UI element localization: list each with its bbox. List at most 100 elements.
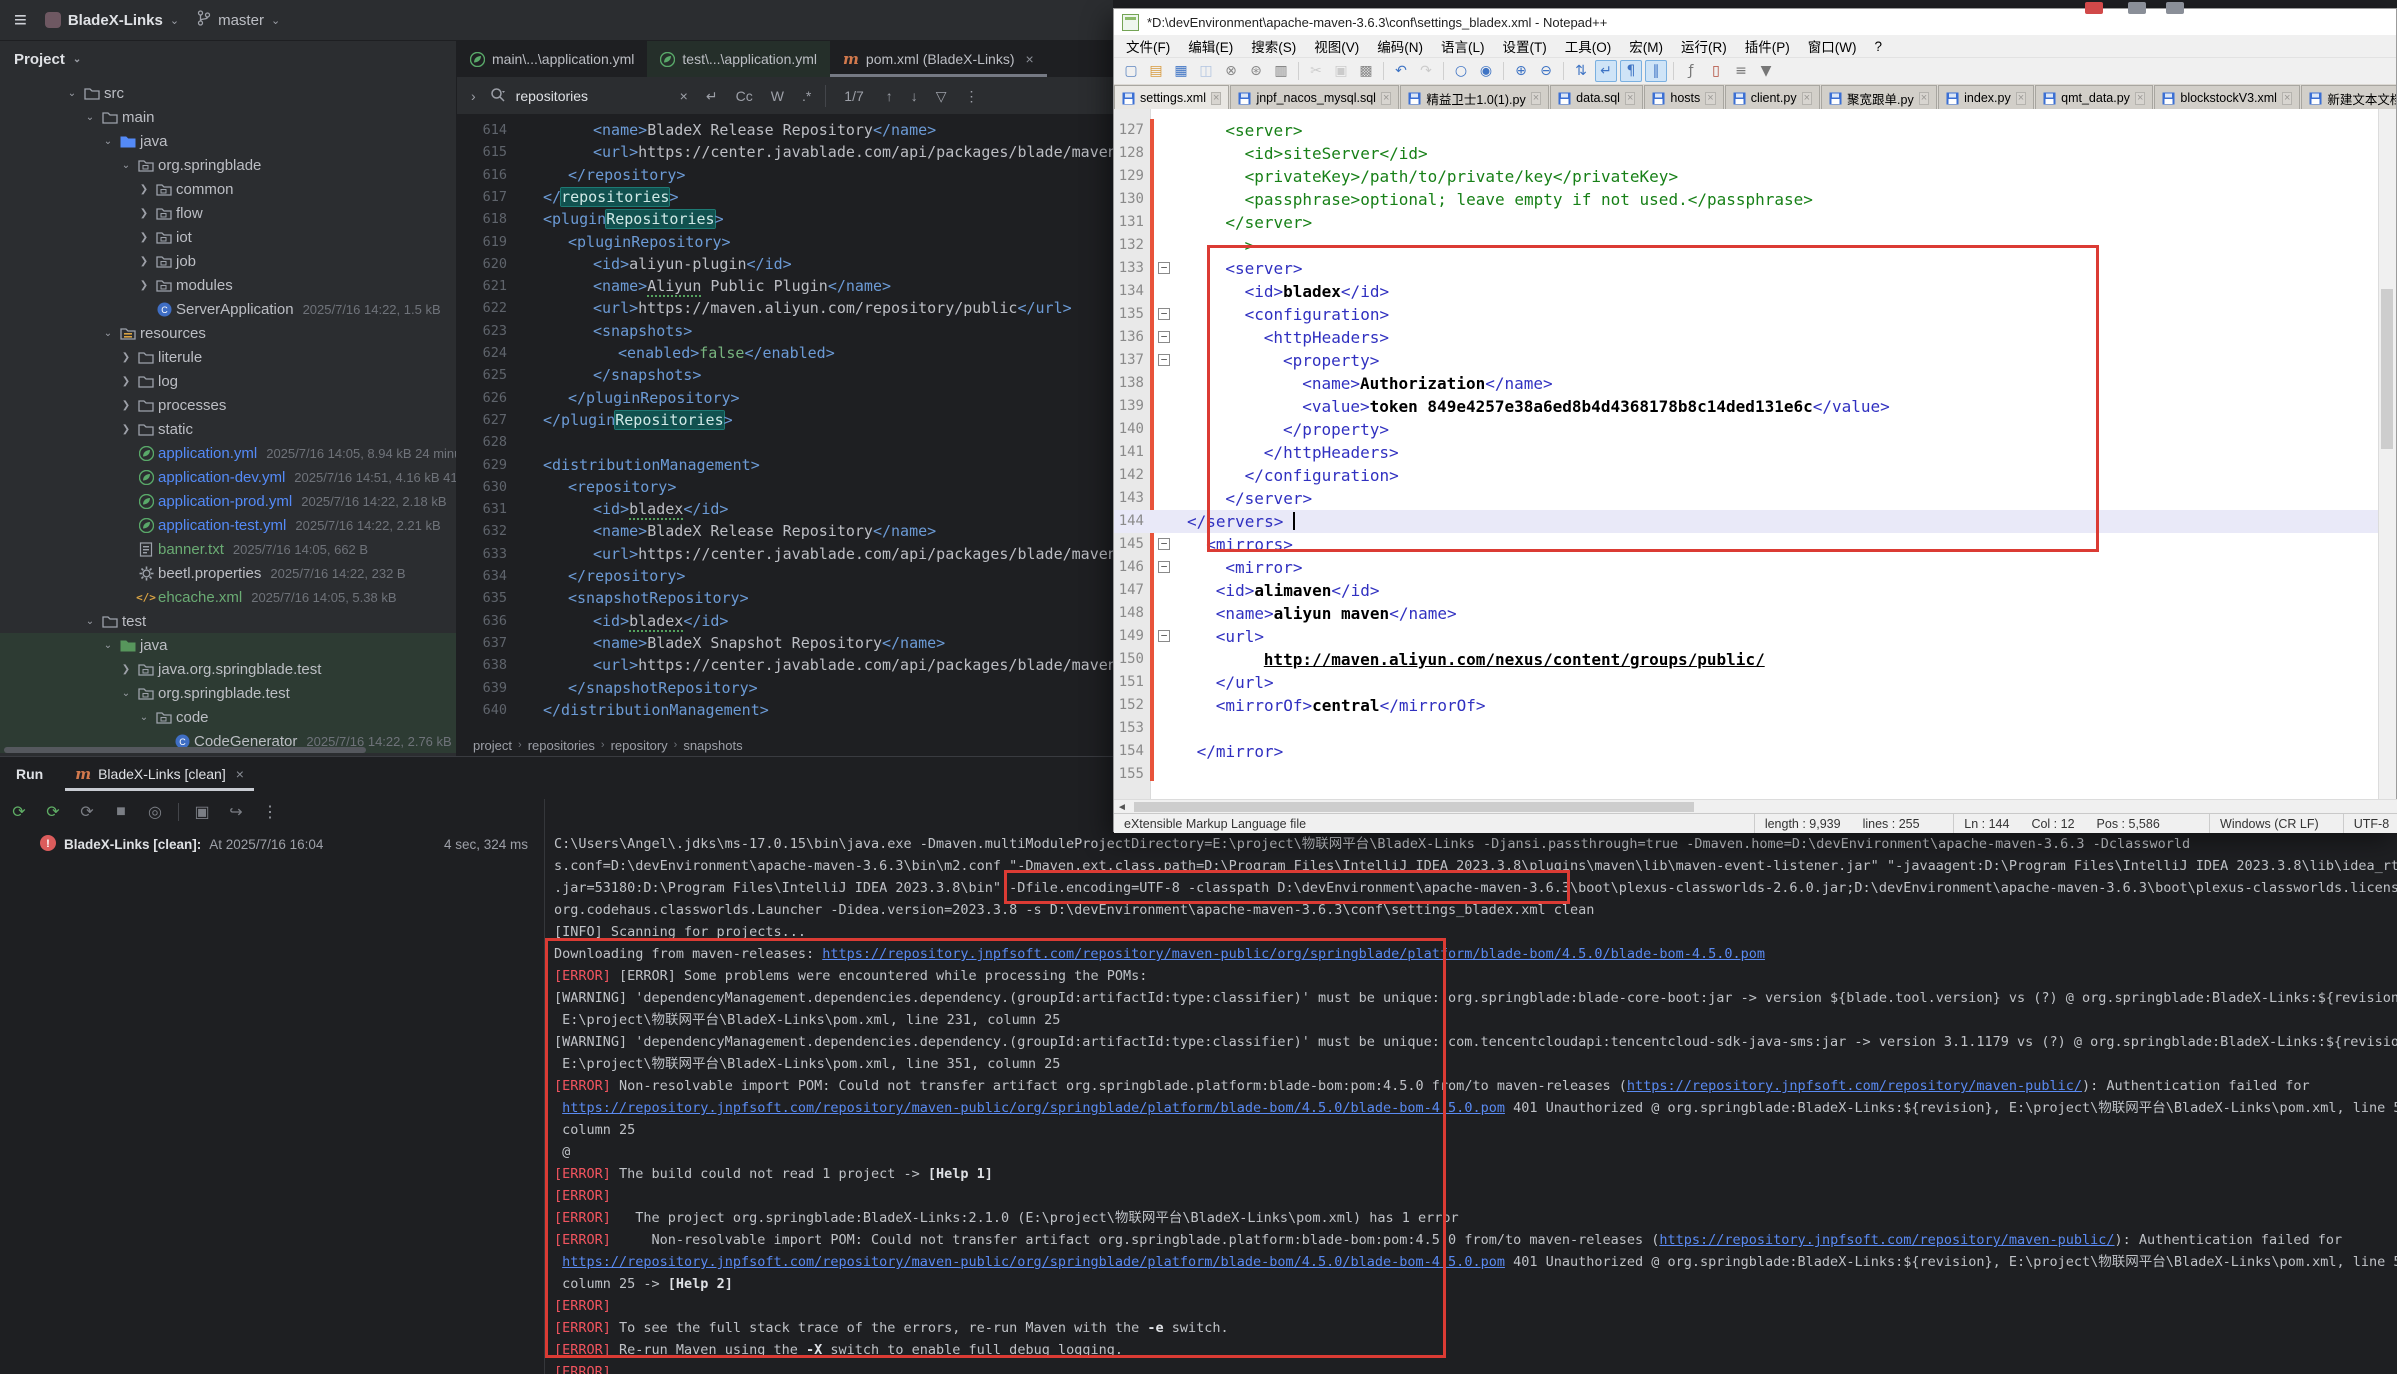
menu-S[interactable]: 搜索(S) <box>1243 34 1304 58</box>
tree-horizontal-scrollbar[interactable] <box>4 747 366 753</box>
code-line-620[interactable]: 620 <id>aliyun-plugin</id> <box>457 253 1113 275</box>
function-list-icon[interactable]: ƒ <box>1680 60 1702 82</box>
open-folder-icon[interactable]: ▤ <box>1145 60 1167 82</box>
stop-icon[interactable]: ■ <box>110 803 132 821</box>
menu-F[interactable]: 文件(F) <box>1118 34 1178 58</box>
tree-item-application-dev.yml[interactable]: application-dev.yml 2025/7/16 14:51, 4.16… <box>0 465 456 489</box>
code-line-630[interactable]: 630 <repository> <box>457 476 1113 498</box>
replace-icon[interactable]: ◉ <box>1475 60 1497 82</box>
code-line-618[interactable]: 618 <pluginRepositories> <box>457 208 1113 230</box>
sync-scroll-icon[interactable]: ⇅ <box>1570 60 1592 82</box>
find-icon[interactable]: ○ <box>1450 60 1472 82</box>
tree-item-org.springblade[interactable]: ⌄ org.springblade <box>0 153 456 177</box>
fold-marker-icon[interactable]: − <box>1158 630 1170 642</box>
save-all-icon[interactable]: ◫ <box>1195 60 1217 82</box>
breadcrumb-item-repositories[interactable]: repositories <box>528 738 595 753</box>
tree-item-main[interactable]: ⌄ main <box>0 105 456 129</box>
tree-item-resources[interactable]: ⌄ resources <box>0 321 456 345</box>
console-link[interactable]: https://repository.jnpfsoft.com/reposito… <box>562 1100 1505 1116</box>
fold-marker-icon[interactable]: − <box>1158 561 1170 573</box>
console-link[interactable]: https://repository.jnpfsoft.com/reposito… <box>562 1254 1505 1270</box>
chevron-down-icon[interactable]: ⌄ <box>116 160 136 171</box>
npp-code-line-137[interactable]: 137− <property> <box>1114 349 2380 372</box>
npp-code-line-144[interactable]: 144 </servers> <box>1114 510 2380 533</box>
screenshot-icon[interactable]: ▣ <box>191 802 213 822</box>
run-list-item[interactable]: ! BladeX-Links [clean]: At 2025/7/16 16:… <box>40 831 536 857</box>
chevron-right-icon[interactable]: ❯ <box>116 400 136 411</box>
close-icon[interactable]: × <box>1211 91 1222 105</box>
npp-code-line-139[interactable]: 139 <value>token 849e4257e38a6ed8b4d43681… <box>1114 395 2380 418</box>
code-line-617[interactable]: 617 </repositories> <box>457 186 1113 208</box>
next-occurrence-icon[interactable]: ↓ <box>907 86 922 106</box>
minimize-button[interactable] <box>2166 2 2184 14</box>
npp-code-line-131[interactable]: 131 </server> <box>1114 211 2380 234</box>
code-line-639[interactable]: 639 </snapshotRepository> <box>457 677 1113 699</box>
menu-O[interactable]: 工具(O) <box>1557 34 1620 58</box>
chevron-down-icon[interactable]: ⌄ <box>134 712 154 723</box>
match-case-button[interactable]: Cc <box>732 86 757 106</box>
code-line-632[interactable]: 632 <name>BladeX Release Repository</name… <box>457 520 1113 542</box>
menu-W[interactable]: 窗口(W) <box>1800 34 1865 58</box>
tree-item-java.org.springblade.test[interactable]: ❯ java.org.springblade.test <box>0 657 456 681</box>
console-link[interactable]: https://repository.jnpfsoft.com/reposito… <box>1659 1232 2114 1248</box>
npp-code-line-136[interactable]: 136− <httpHeaders> <box>1114 326 2380 349</box>
close-icon[interactable]: × <box>1705 91 1716 105</box>
tree-item-code[interactable]: ⌄ code <box>0 705 456 729</box>
npp-tab-2[interactable]: 精益卫士1.0(1).py × <box>1400 85 1550 110</box>
tree-item-src[interactable]: ⌄ src <box>0 81 456 105</box>
npp-tab-3[interactable]: data.sql × <box>1550 85 1644 110</box>
menu-M[interactable]: 宏(M) <box>1621 34 1671 58</box>
clear-search-icon[interactable]: × <box>676 86 692 106</box>
rerun-debug-icon[interactable]: ⟳ <box>42 802 64 822</box>
close-icon[interactable]: × <box>1026 51 1034 67</box>
tree-item-processes[interactable]: ❯ processes <box>0 393 456 417</box>
tree-item-test[interactable]: ⌄ test <box>0 609 456 633</box>
code-line-635[interactable]: 635 <snapshotRepository> <box>457 587 1113 609</box>
close-icon[interactable]: × <box>1530 91 1542 105</box>
chevron-down-icon[interactable]: ⌄ <box>116 688 136 699</box>
more-options-icon[interactable]: ⋮ <box>961 86 983 107</box>
code-line-628[interactable]: 628 <box>457 431 1113 453</box>
tree-item-literule[interactable]: ❯ literule <box>0 345 456 369</box>
copy-icon[interactable]: ▣ <box>1330 60 1352 82</box>
tree-item-modules[interactable]: ❯ modules <box>0 273 456 297</box>
close-icon[interactable]: × <box>2134 91 2146 105</box>
close-icon[interactable]: × <box>2015 91 2027 105</box>
show-all-chars-icon[interactable]: ¶ <box>1620 60 1642 82</box>
code-line-616[interactable]: 616 </repository> <box>457 164 1113 186</box>
maximize-button[interactable] <box>2128 2 2146 14</box>
npp-code-line-133[interactable]: 133− <server> <box>1114 257 2380 280</box>
indent-guide-icon[interactable]: ∥ <box>1645 60 1667 82</box>
chevron-right-icon[interactable]: ❯ <box>116 424 136 435</box>
project-panel-header[interactable]: Project ⌄ <box>0 41 456 77</box>
tree-item-job[interactable]: ❯ job <box>0 249 456 273</box>
menu-P[interactable]: 插件(P) <box>1737 34 1798 58</box>
console-link[interactable]: https://repository.jnpfsoft.com/reposito… <box>822 946 1765 962</box>
console-link[interactable]: https://repository.jnpfsoft.com/reposito… <box>1627 1078 2082 1094</box>
code-line-633[interactable]: 633 <url>https://center.javablade.com/api… <box>457 543 1113 565</box>
npp-code-line-129[interactable]: 129 <privateKey>/path/to/private/key</pri… <box>1114 165 2380 188</box>
code-line-640[interactable]: 640 </distributionManagement> <box>457 699 1113 721</box>
npp-code-line-150[interactable]: 150 http://maven.aliyun.com/nexus/content… <box>1114 648 2380 671</box>
code-line-637[interactable]: 637 <name>BladeX Snapshot Repository</nam… <box>457 632 1113 654</box>
code-line-636[interactable]: 636 <id>bladex</id> <box>457 610 1113 632</box>
tree-item-serverapplication[interactable]: C ServerApplication 2025/7/16 14:22, 1.5 k… <box>0 297 456 321</box>
editor-tab-main-...-application.yml[interactable]: main\...\application.yml <box>457 41 647 77</box>
npp-code-line-153[interactable]: 153 <box>1114 717 2380 740</box>
fold-marker-icon[interactable]: − <box>1158 331 1170 343</box>
npp-code-line-143[interactable]: 143 </server> <box>1114 487 2380 510</box>
menu-V[interactable]: 视图(V) <box>1306 34 1367 58</box>
menu-R[interactable]: 运行(R) <box>1673 34 1735 58</box>
run-tab[interactable]: m BladeX-Links [clean] × <box>65 757 254 791</box>
horizontal-scrollbar[interactable]: ◄ <box>1114 799 2397 814</box>
editor-tab-test-...-application.yml[interactable]: test\...\application.yml <box>647 41 831 77</box>
words-button[interactable]: W <box>767 86 788 106</box>
notepadpp-editor[interactable]: 127 <server> 128 <id>siteServer</id> 129 <pri… <box>1114 109 2380 799</box>
chevron-down-icon[interactable]: ⌄ <box>80 112 100 123</box>
monitor-icon[interactable]: ▼ <box>1755 60 1777 82</box>
npp-tab-1[interactable]: jnpf_nacos_mysql.sql × <box>1230 85 1400 110</box>
chevron-down-icon[interactable]: ⌄ <box>98 328 118 339</box>
chevron-right-icon[interactable]: ❯ <box>134 256 154 267</box>
scroll-left-icon[interactable]: ◄ <box>1114 802 1130 813</box>
menu-E[interactable]: 编辑(E) <box>1180 34 1241 58</box>
